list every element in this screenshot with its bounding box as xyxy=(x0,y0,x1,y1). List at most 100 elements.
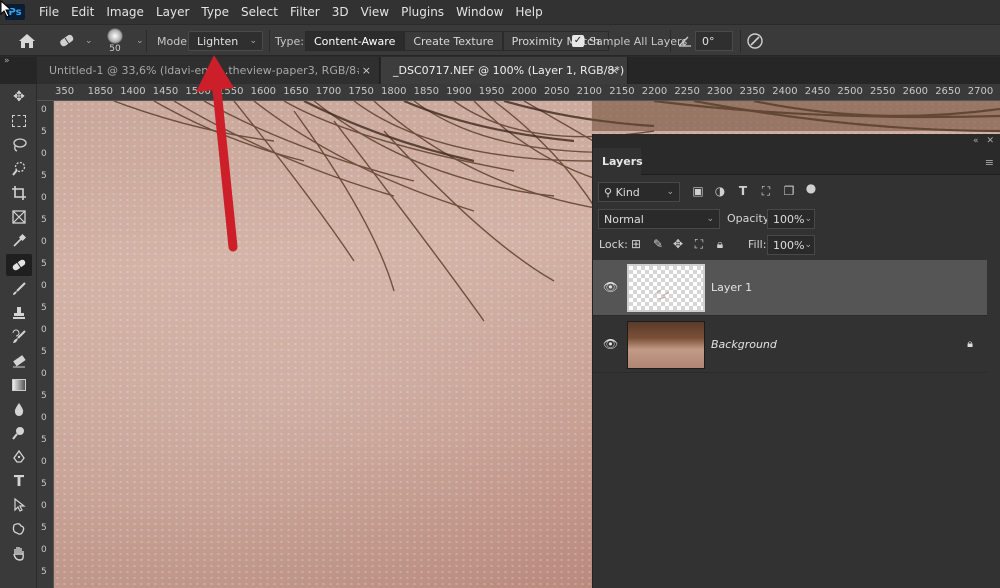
type-content-aware-button[interactable]: Content-Aware xyxy=(305,31,405,51)
close-icon[interactable]: × xyxy=(362,64,371,77)
blend-row: Normal ⌄ Opacity: 100% ⌄ xyxy=(593,206,1000,232)
ruler-tick-label: 5 xyxy=(41,347,47,357)
menu-edit[interactable]: Edit xyxy=(65,5,100,19)
menu-select[interactable]: Select xyxy=(235,5,284,19)
adjustment-layer-filter-icon[interactable]: ◑ xyxy=(713,184,727,198)
hamburger-menu-icon[interactable]: ≡ xyxy=(985,156,994,169)
clone-stamp-tool-icon[interactable] xyxy=(6,302,32,324)
ruler-tick-label: 2300 xyxy=(707,86,733,97)
brush-size-picker[interactable]: 50 xyxy=(107,25,123,57)
lock-position-icon[interactable]: ✥ xyxy=(671,237,685,251)
ruler-tick-label: 1850 xyxy=(413,86,440,97)
lock-transparent-pixels-icon[interactable]: ⊞ xyxy=(629,237,643,251)
angle-icon xyxy=(677,25,693,57)
close-panel-icon[interactable]: ✕ xyxy=(986,136,994,146)
menu-type[interactable]: Type xyxy=(195,5,235,19)
gradient-tool-icon[interactable] xyxy=(6,374,32,396)
menu-help[interactable]: Help xyxy=(509,5,548,19)
tab-layers[interactable]: Layers xyxy=(593,148,643,175)
lock-image-pixels-icon[interactable]: ✎ xyxy=(651,237,665,251)
blend-mode-dropdown[interactable]: Normal ⌄ xyxy=(598,209,720,229)
custom-shape-tool-icon[interactable] xyxy=(6,518,32,540)
pixel-layer-filter-icon[interactable]: ▣ xyxy=(691,184,705,198)
move-tool-icon[interactable]: ✥ xyxy=(6,86,32,108)
collapse-panel-icon[interactable]: « xyxy=(973,136,979,146)
type-label: Type: xyxy=(275,34,304,48)
type-create-texture-button[interactable]: Create Texture xyxy=(404,31,503,51)
vertical-ruler: 0 5 0 5 0 5 0 5 0 5 0 5 0 5 0 5 0 5 0 5 0 5 xyxy=(37,101,54,588)
lock-artboard-icon[interactable]: ⛶ xyxy=(692,237,706,251)
brush-tool-icon[interactable] xyxy=(6,278,32,300)
lasso-tool-icon[interactable] xyxy=(6,134,32,156)
lock-all-icon[interactable]: 🔒︎ xyxy=(713,237,727,251)
ruler-tick-label: 0 xyxy=(41,193,47,203)
menu-filter[interactable]: Filter xyxy=(284,5,326,19)
pen-tool-icon[interactable] xyxy=(6,446,32,468)
eye-icon[interactable]: 👁︎ xyxy=(603,337,618,351)
ruler-tick-label: 5 xyxy=(41,523,47,533)
menu-plugins[interactable]: Plugins xyxy=(395,5,450,19)
menu-window[interactable]: Window xyxy=(450,5,509,19)
ruler-tick-label: 1450 xyxy=(152,86,179,97)
menu-layer[interactable]: Layer xyxy=(150,5,195,19)
tab-title: _DSC0717.NEF @ 100% (Layer 1, RGB/8*) * xyxy=(393,64,628,77)
path-selection-tool-icon[interactable] xyxy=(6,494,32,516)
ruler-tick-label: 0 xyxy=(41,457,47,467)
type-tool-icon[interactable]: T xyxy=(6,470,32,492)
quick-selection-tool-icon[interactable] xyxy=(6,158,32,180)
spot-healing-brush-tool-icon[interactable] xyxy=(6,254,32,276)
menu-image[interactable]: Image xyxy=(100,5,150,19)
tab-untitled-1[interactable]: Untitled-1 @ 33,6% (ldavi-enjo...theview… xyxy=(37,57,380,84)
home-icon[interactable] xyxy=(18,25,36,57)
spot-healing-brush-preset-icon[interactable]: ⌄ xyxy=(57,25,93,57)
blur-tool-icon[interactable] xyxy=(6,398,32,420)
eraser-tool-icon[interactable] xyxy=(6,350,32,372)
ruler-tick-label: 0 xyxy=(41,325,47,335)
ruler-tick-label: 1950 xyxy=(478,86,505,97)
ruler-tick-label: 1800 xyxy=(381,86,407,97)
layer-row-layer-1[interactable]: 👁︎ Layer 1 xyxy=(593,260,987,316)
ruler-tick-label: 2350 xyxy=(739,86,766,97)
angle-input[interactable]: 0° xyxy=(695,31,733,51)
menu-view[interactable]: View xyxy=(355,5,395,19)
opacity-field[interactable]: 100% ⌄ xyxy=(767,209,815,229)
mouse-cursor-icon xyxy=(0,0,13,18)
document-tab-strip: » Untitled-1 @ 33,6% (ldavi-enjo...thevi… xyxy=(0,56,1000,84)
ruler-tick-label: 5 xyxy=(41,259,47,269)
menu-3d[interactable]: 3D xyxy=(326,5,355,19)
brush-picker-chevron-icon[interactable]: ⌄ xyxy=(136,25,144,57)
type-layer-filter-icon[interactable]: T xyxy=(736,184,750,198)
brush-size-value: 50 xyxy=(109,44,121,54)
pressure-size-icon[interactable] xyxy=(746,25,764,57)
lock-row: Lock: ⊞ ✎ ✥ ⛶ 🔒︎ Fill: 100% ⌄ xyxy=(593,232,1000,258)
crop-tool-icon[interactable] xyxy=(6,182,32,204)
filter-toggle-icon[interactable]: ● xyxy=(804,181,818,195)
mode-dropdown[interactable]: Lighten ⌄ xyxy=(188,31,263,51)
ruler-tick-label: 2500 xyxy=(837,86,863,97)
frame-tool-icon[interactable] xyxy=(6,206,32,228)
shape-layer-filter-icon[interactable]: ⛶ xyxy=(759,184,773,198)
ruler-tick-label: 0 xyxy=(41,149,47,159)
ruler-tick-label: 5 xyxy=(41,435,47,445)
ruler-tick-label: 2200 xyxy=(641,86,668,97)
ruler-tick-label: 2100 xyxy=(576,86,603,97)
smart-object-filter-icon[interactable]: ❐ xyxy=(782,184,796,198)
mode-value: Lighten xyxy=(197,34,239,48)
lock-icon: 🔒︎ xyxy=(967,337,973,350)
expand-panels-icon[interactable]: » xyxy=(4,56,10,66)
fill-field[interactable]: 100% ⌄ xyxy=(767,235,815,255)
dodge-tool-icon[interactable] xyxy=(6,422,32,444)
ruler-tick-label: 1750 xyxy=(348,86,374,97)
menu-file[interactable]: File xyxy=(33,5,65,19)
fill-label: Fill: xyxy=(748,238,767,251)
marquee-tool-icon[interactable] xyxy=(6,110,32,132)
history-brush-tool-icon[interactable] xyxy=(6,326,32,348)
eyedropper-tool-icon[interactable] xyxy=(6,230,32,252)
filter-kind-dropdown[interactable]: ⚲ Kind ⌄ xyxy=(598,182,680,202)
layer-row-background[interactable]: 👁︎ Background 🔒︎ xyxy=(593,317,987,373)
eye-icon[interactable]: 👁︎ xyxy=(603,280,618,294)
hand-tool-icon[interactable] xyxy=(6,542,32,564)
blend-mode-value: Normal xyxy=(604,212,644,226)
close-icon[interactable]: × xyxy=(610,64,619,77)
tab-dsc0717[interactable]: _DSC0717.NEF @ 100% (Layer 1, RGB/8*) * … xyxy=(381,57,628,84)
